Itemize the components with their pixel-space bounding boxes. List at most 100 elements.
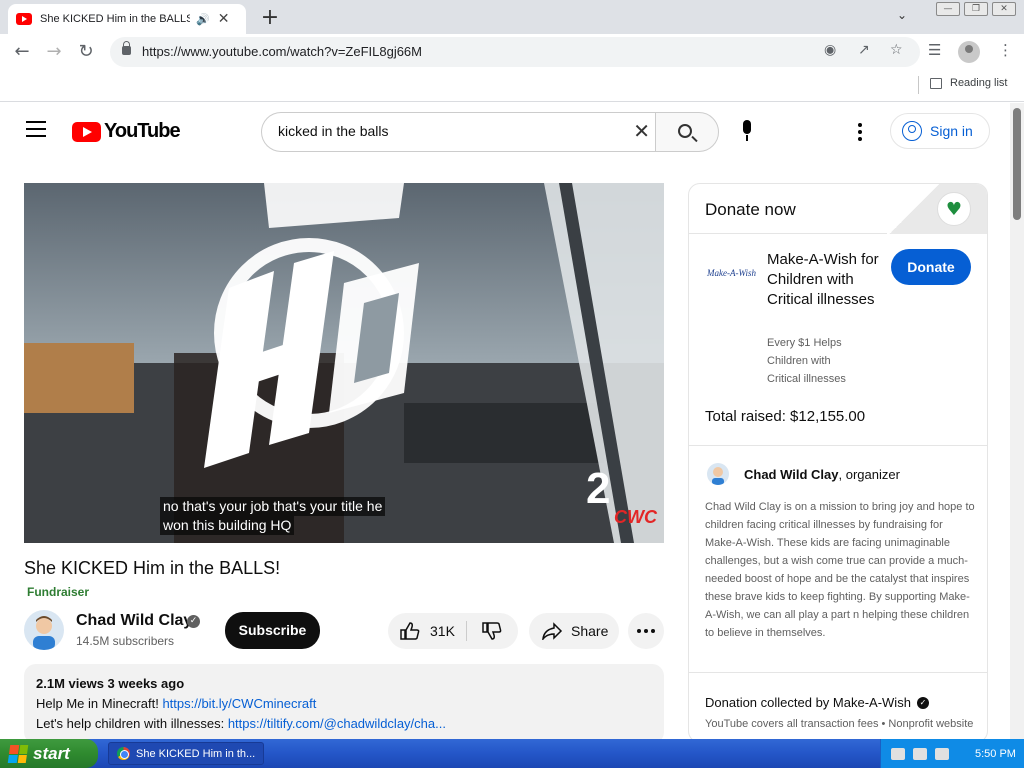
menu-hamburger-icon[interactable] [26, 121, 46, 142]
view-stats: 2.1M views 3 weeks ago [36, 676, 185, 691]
video-description[interactable]: 2.1M views 3 weeks ago Help Me in Minecr… [24, 664, 664, 744]
youtube-header: YouTube kicked in the balls ✕ Sign in [0, 103, 1010, 159]
close-tab-icon[interactable]: ✕ [218, 11, 230, 27]
channel-avatar[interactable] [24, 610, 64, 650]
panel-divider [689, 445, 987, 446]
total-raised: Total raised: $12,155.00 [705, 408, 866, 425]
youtube-favicon-icon [16, 13, 32, 25]
share-page-icon[interactable]: ↗ [858, 42, 870, 58]
search-query-text[interactable]: kicked in the balls [278, 123, 389, 139]
fundraiser-label[interactable]: Fundraiser [27, 585, 89, 599]
verified-nonprofit-icon: ✓ [916, 696, 929, 709]
donate-panel-header: Donate now ♥ [689, 184, 987, 234]
subscribe-button[interactable]: Subscribe [225, 612, 320, 649]
restore-button[interactable]: ❐ [964, 2, 988, 16]
like-divider [466, 621, 467, 641]
sign-in-button[interactable]: Sign in [890, 113, 990, 149]
more-actions-button[interactable] [628, 613, 664, 649]
browser-tab-strip: She KICKED Him in the BALLS! 🔊 ✕ + ⌄ — ❐… [0, 0, 1024, 34]
bookmark-star-icon[interactable]: ☆ [890, 42, 903, 58]
start-label: start [33, 743, 70, 763]
donation-collected-line: Donation collected by Make-A-Wish ✓ [705, 695, 929, 710]
panel-divider-2 [689, 672, 987, 673]
reload-icon[interactable]: ↻ [74, 41, 98, 63]
tiltify-link[interactable]: https://tiltify.com/@chadwildclay/cha... [228, 716, 446, 731]
like-button[interactable]: 31K [388, 613, 466, 649]
scrollbar-thumb[interactable] [1013, 108, 1021, 220]
back-arrow-icon[interactable]: ← [10, 41, 34, 63]
reading-list-button[interactable]: Reading list [930, 77, 1007, 89]
close-window-button[interactable]: ✕ [992, 2, 1016, 16]
sign-in-label: Sign in [930, 123, 973, 139]
organizer-avatar-image [712, 467, 724, 485]
description-text-1: Help Me in Minecraft! [36, 696, 163, 711]
new-tab-button[interactable]: + [258, 5, 282, 30]
speaker-icon[interactable]: 🔊 [196, 13, 210, 26]
collected-by-text: Donation collected by Make-A-Wish [705, 695, 911, 710]
tab-search-chevron-icon[interactable]: ⌄ [897, 8, 907, 22]
caption-line-2: won this building HQ [160, 516, 295, 535]
profile-avatar-icon[interactable] [958, 41, 980, 63]
organizer-role: , organizer [838, 467, 900, 482]
svg-text:2: 2 [586, 464, 610, 513]
dislike-button[interactable] [468, 613, 518, 649]
browser-tab[interactable]: She KICKED Him in the BALLS! 🔊 ✕ [8, 4, 246, 34]
like-count: 31K [430, 623, 455, 639]
url-text[interactable]: https://www.youtube.com/watch?v=ZeFIL8gj… [142, 44, 422, 59]
search-button[interactable] [655, 112, 719, 152]
channel-name[interactable]: Chad Wild Clay [76, 612, 192, 630]
youtube-logo[interactable]: YouTube [72, 120, 181, 143]
start-button[interactable]: start [0, 739, 98, 768]
donate-button[interactable]: Donate [891, 249, 971, 285]
transaction-fees-note: YouTube covers all transaction fees • No… [705, 718, 974, 730]
reading-list-icon [930, 77, 942, 89]
youtube-wordmark: YouTube [104, 120, 181, 142]
clear-search-icon[interactable]: ✕ [633, 119, 650, 143]
verified-check-icon: ✓ [187, 615, 200, 628]
thumbs-down-icon [482, 622, 502, 640]
donate-heading: Donate now [705, 200, 796, 219]
microphone-icon[interactable] [738, 120, 756, 144]
share-arrow-icon [542, 622, 563, 640]
media-control-icon[interactable]: ☰ [928, 41, 941, 59]
video-player[interactable]: 2 CWC no that's your job that's your tit… [24, 183, 664, 543]
user-circle-icon [902, 121, 922, 141]
donate-panel: Donate now ♥ Make-A-Wish Make-A-Wish for… [688, 183, 988, 743]
video-frame-image: 2 CWC [24, 183, 664, 543]
chrome-icon [117, 747, 130, 760]
minecraft-link[interactable]: https://bit.ly/CWCminecraft [162, 696, 316, 711]
search-icon [678, 124, 692, 138]
youtube-play-icon [72, 121, 101, 142]
description-line-minecraft: Help Me in Minecraft! https://bit.ly/CWC… [36, 696, 652, 716]
video-caption: no that's your job that's your title he … [160, 497, 386, 535]
settings-kebab-icon[interactable] [858, 123, 862, 144]
minimize-button[interactable]: — [936, 2, 960, 16]
os-taskbar: start She KICKED Him in th... 5:50 PM [0, 739, 1024, 768]
share-button[interactable]: Share [529, 613, 619, 649]
volume-tray-icon[interactable] [935, 747, 949, 760]
video-title: She KICKED Him in the BALLS! [24, 558, 281, 578]
organizer-name: Chad Wild Clay [744, 467, 839, 482]
like-dislike-group: 31K [388, 613, 518, 649]
browser-menu-icon[interactable]: ⋮ [998, 41, 1013, 59]
svg-text:CWC: CWC [614, 507, 658, 527]
keyboard-tray-icon[interactable] [891, 747, 905, 760]
network-tray-icon[interactable] [913, 747, 927, 760]
system-tray: 5:50 PM [880, 739, 1024, 768]
bookmarks-divider [918, 76, 919, 94]
nonprofit-name: Make-A-Wish for Children with Critical i… [767, 251, 879, 308]
make-a-wish-logo: Make-A-Wish [707, 268, 756, 278]
page-scrollbar[interactable] [1010, 103, 1024, 739]
search-input[interactable]: kicked in the balls ✕ [261, 112, 656, 152]
taskbar-chrome-window[interactable]: She KICKED Him in th... [108, 742, 264, 765]
fundraiser-mission: Chad Wild Clay is on a mission to bring … [705, 501, 975, 639]
address-bar[interactable]: https://www.youtube.com/watch?v=ZeFIL8gj… [110, 37, 920, 67]
system-clock[interactable]: 5:50 PM [975, 748, 1016, 760]
eye-slash-icon[interactable]: ◉ [824, 42, 836, 58]
forward-arrow-icon[interactable]: → [42, 41, 66, 63]
description-text-2: Let's help children with illnesses: [36, 716, 228, 731]
window-controls: — ❐ ✕ [936, 2, 1016, 16]
nonprofit-tagline: Every $1 Helps Children with Critical il… [767, 337, 846, 385]
lock-icon[interactable] [122, 41, 131, 55]
bookmarks-bar: Reading list [0, 70, 1024, 102]
